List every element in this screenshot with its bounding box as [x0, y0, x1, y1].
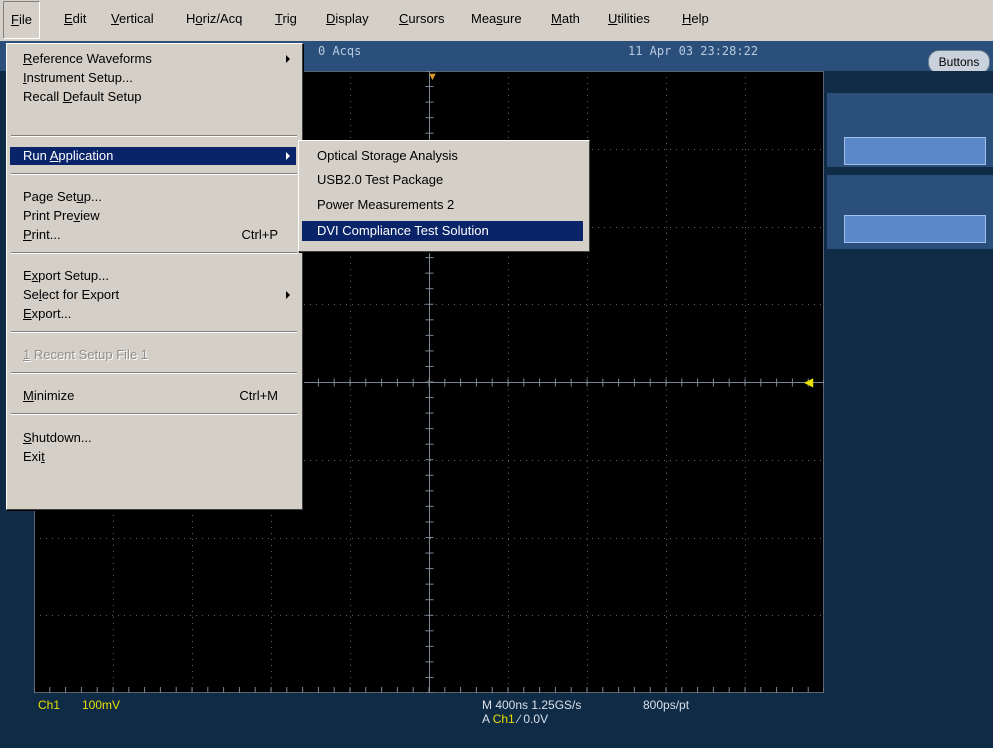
menu-item-recent-setup-file: 1 Recent Setup File 1 — [23, 347, 149, 362]
submenu-arrow-icon — [286, 291, 290, 299]
menu-item-instrument-setup[interactable]: Instrument Setup... — [10, 69, 296, 87]
menu-item-page-setup[interactable]: Page Setup... — [10, 188, 296, 206]
menu-file[interactable]: File — [3, 1, 40, 39]
menu-separator — [11, 372, 297, 374]
menu-item-dvi-compliance-test-solution[interactable]: DVI Compliance Test Solution — [302, 221, 583, 241]
trigger-position-icon[interactable]: ▼ — [427, 71, 438, 83]
menu-utilities[interactable]: Utilities — [601, 0, 657, 38]
menu-separator — [11, 413, 297, 415]
date-time: 11 Apr 03 23:28:22 — [628, 44, 759, 58]
menu-item-export[interactable]: Export... — [10, 305, 296, 323]
menu-item-export-setup[interactable]: Export Setup... — [10, 267, 296, 285]
menu-item-print[interactable]: Print... Ctrl+P — [10, 226, 296, 244]
menu-item-reference-waveforms[interactable]: Reference Waveforms — [10, 50, 296, 68]
menu-item-power-measurements-2[interactable]: Power Measurements 2 — [302, 196, 583, 214]
menu-horiz-acq[interactable]: Horiz/Acq — [179, 0, 249, 38]
ch1-label[interactable]: Ch1 — [38, 698, 60, 712]
ch1-ground-marker-icon[interactable]: ◀ — [804, 375, 813, 389]
menu-item-recall-default-setup[interactable]: Recall Default Setup — [10, 88, 296, 106]
menu-vertical[interactable]: Vertical — [104, 0, 161, 38]
minimize-shortcut: Ctrl+M — [239, 388, 278, 403]
resolution-readout[interactable]: 800ps/pt — [643, 698, 689, 712]
menu-separator — [11, 331, 297, 333]
menu-help[interactable]: Help — [675, 0, 716, 38]
panel-block-upper — [827, 93, 993, 167]
menu-measure[interactable]: Measure — [464, 0, 529, 38]
menu-item-usb2-test-package[interactable]: USB2.0 Test Package — [302, 171, 583, 189]
control-side-panel — [827, 71, 993, 693]
menu-item-exit[interactable]: Exit — [10, 448, 296, 466]
menu-separator — [11, 252, 297, 254]
file-menu: Reference Waveforms Instrument Setup... … — [6, 43, 303, 510]
ch1-scale[interactable]: 100mV — [82, 698, 120, 712]
menu-separator — [11, 135, 297, 137]
panel-field-lower[interactable] — [844, 215, 986, 243]
menu-math[interactable]: Math — [544, 0, 587, 38]
menu-trig[interactable]: Trig — [268, 0, 304, 38]
menu-item-run-application[interactable]: Run Application — [10, 147, 296, 165]
menu-item-minimize[interactable]: Minimize Ctrl+M — [10, 387, 296, 405]
trigger-readout[interactable]: A Ch1 ∕ 0.0V — [482, 712, 548, 726]
acquisition-count: 0 Acqs — [318, 44, 362, 58]
horizontal-readout[interactable]: M 400ns 1.25GS/s — [482, 698, 581, 712]
menu-cursors[interactable]: Cursors — [392, 0, 452, 38]
submenu-arrow-icon — [286, 55, 290, 63]
menu-bar: File Edit Vertical Horiz/Acq Trig Displa… — [0, 0, 993, 42]
menu-edit[interactable]: Edit — [57, 0, 93, 38]
print-shortcut: Ctrl+P — [241, 227, 278, 242]
panel-block-lower — [827, 175, 993, 249]
run-application-submenu: Optical Storage Analysis USB2.0 Test Pac… — [298, 140, 590, 252]
menu-item-optical-storage-analysis[interactable]: Optical Storage Analysis — [302, 147, 583, 165]
submenu-arrow-icon — [286, 152, 290, 160]
menu-item-select-for-export[interactable]: Select for Export — [10, 286, 296, 304]
panel-field-upper[interactable] — [844, 137, 986, 165]
menu-display[interactable]: Display — [319, 0, 376, 38]
menu-item-shutdown[interactable]: Shutdown... — [10, 429, 296, 447]
menu-separator — [11, 173, 297, 175]
menu-item-print-preview[interactable]: Print Preview — [10, 207, 296, 225]
